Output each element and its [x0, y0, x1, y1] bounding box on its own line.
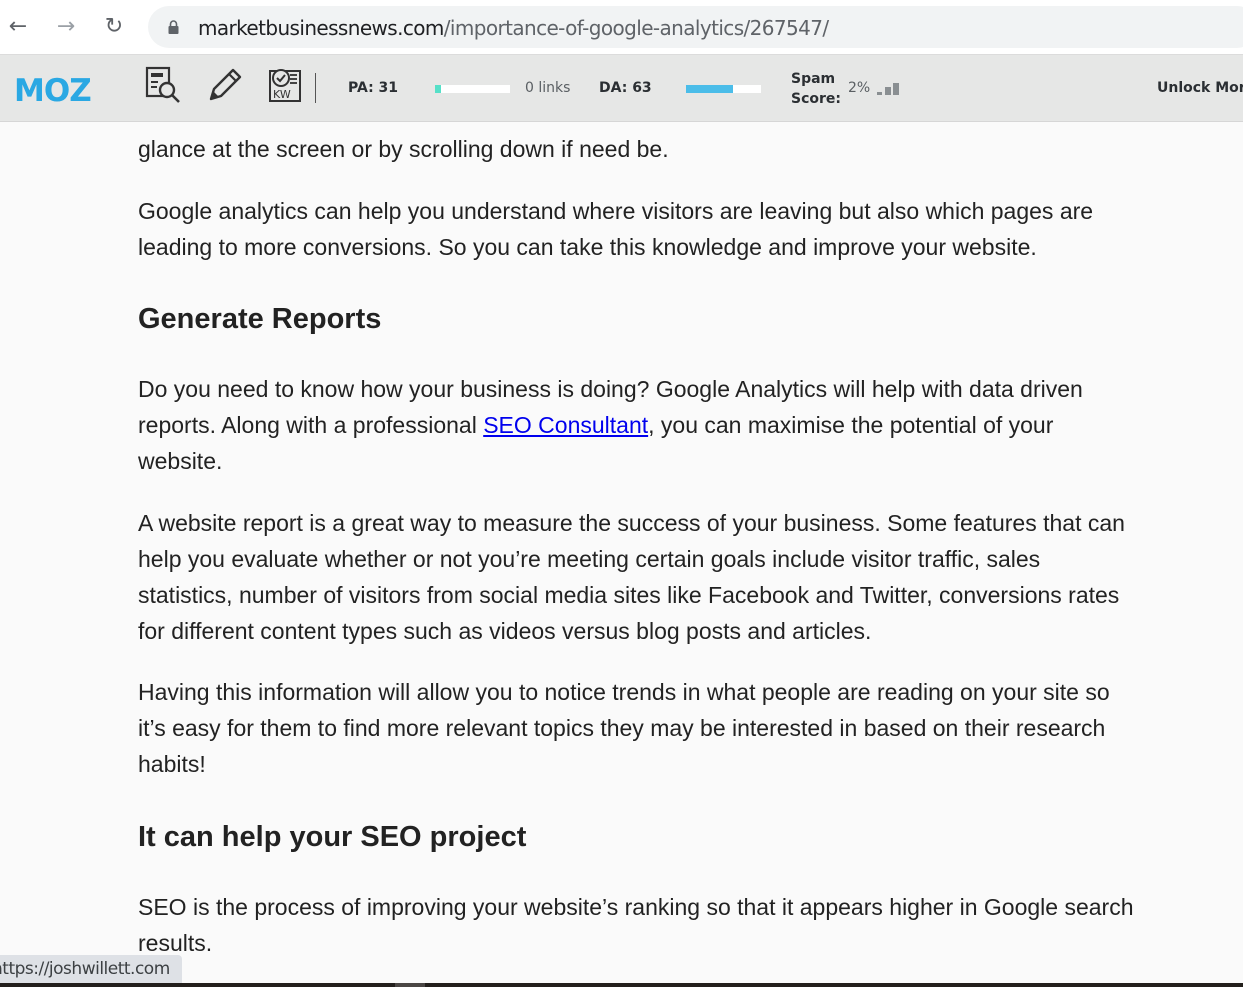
unlock-more-button[interactable]: Unlock Mor — [1157, 80, 1243, 96]
arrow-right-icon: → — [56, 13, 76, 39]
paragraph-line: habits! — [138, 751, 206, 777]
url-path: /importance-of-google-analytics/267547/ — [443, 16, 829, 40]
forward-button[interactable]: → — [52, 12, 80, 40]
paragraph-line: reports. Along with a professional SEO C… — [138, 407, 1198, 443]
seo-consultant-link[interactable]: SEO Consultant — [483, 412, 648, 438]
hover-url-text: https://joshwillett.com — [0, 959, 170, 979]
text: , you can maximise the potential of your — [648, 412, 1054, 438]
paragraph-line: Having this information will allow you t… — [138, 679, 1110, 705]
taskbar-edge — [0, 983, 1243, 987]
paragraph-line: Google analytics can help you understand… — [138, 198, 1094, 224]
heading-seo-project: It can help your SEO project — [138, 821, 527, 853]
url-host: marketbusinessnews.com — [198, 16, 444, 40]
spam-score-label: Spam Score: — [791, 69, 841, 109]
paragraph-line: it’s easy for them to find more relevant… — [138, 715, 1106, 741]
spam-score-value: 2% — [848, 80, 871, 96]
mozbar: MOZ KW PA: 31 0 links DA: 63 Spam Score:… — [0, 55, 1243, 122]
url-text[interactable]: marketbusinessnews.com/importance-of-goo… — [198, 16, 829, 40]
paragraph-line: Do you need to know how your business is… — [138, 376, 1083, 402]
back-button[interactable]: ← — [4, 12, 32, 40]
da-label: DA: 63 — [599, 80, 652, 96]
paragraph: glance at the screen or by scrolling dow… — [138, 136, 669, 162]
status-bar-hover-url: https://joshwillett.com — [0, 955, 182, 983]
paragraph-line: website. — [138, 448, 223, 474]
da-progress-fill — [686, 85, 734, 93]
paragraph-line: leading to more conversions. So you can … — [138, 234, 1037, 260]
taskbar-segment — [395, 983, 425, 987]
browser-toolbar: ← → ↻ marketbusinessnews.com/importance-… — [0, 0, 1243, 55]
paragraph-line: statistics, number of visitors from soci… — [138, 582, 1120, 608]
spam-label-line2: Score: — [791, 91, 841, 107]
moz-logo[interactable]: MOZ — [14, 73, 92, 109]
lock-icon — [168, 20, 179, 34]
heading-generate-reports: Generate Reports — [138, 303, 382, 335]
highlight-pencil-icon[interactable] — [205, 65, 245, 105]
reload-button[interactable]: ↻ — [100, 12, 128, 40]
svg-text:KW: KW — [273, 88, 291, 101]
address-bar[interactable]: marketbusinessnews.com/importance-of-goo… — [148, 6, 1243, 48]
arrow-left-icon: ← — [8, 13, 28, 39]
da-progress-bar — [686, 85, 761, 93]
reload-icon: ↻ — [104, 13, 124, 39]
spam-label-line1: Spam — [791, 71, 836, 87]
paragraph-line: help you evaluate whether or not you’re … — [138, 546, 1041, 572]
text: reports. Along with a professional — [138, 412, 484, 438]
keyword-check-icon[interactable]: KW — [266, 65, 306, 105]
pa-progress-bar — [435, 85, 510, 93]
toolbar-divider — [315, 73, 316, 103]
paragraph-line: results. — [138, 930, 213, 956]
pa-progress-fill — [435, 85, 441, 93]
paragraph-line: A website report is a great way to measu… — [138, 510, 1125, 536]
paragraph-line: for different content types such as vide… — [138, 618, 872, 644]
paragraph-line: SEO is the process of improving your web… — [138, 894, 1134, 920]
pa-label: PA: 31 — [348, 80, 399, 96]
links-count[interactable]: 0 links — [525, 80, 570, 96]
page-analysis-icon[interactable] — [143, 65, 183, 105]
spam-score-bars-icon — [877, 83, 899, 95]
